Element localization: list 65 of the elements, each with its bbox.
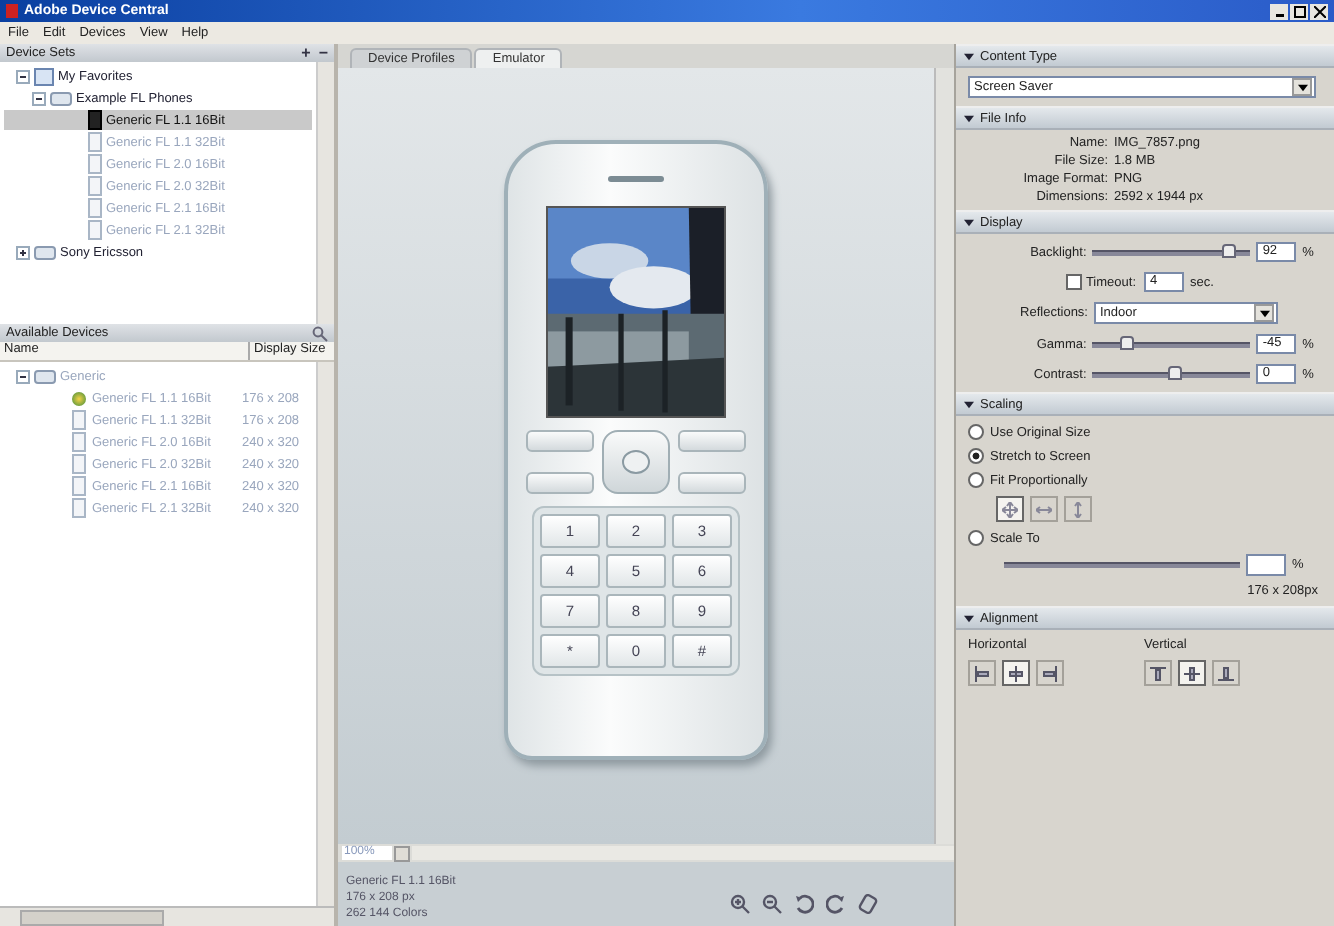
checkbox[interactable] — [1065, 274, 1082, 290]
slider-track[interactable] — [1004, 562, 1240, 568]
add-button[interactable]: + — [301, 45, 311, 61]
slider-track[interactable] — [1092, 249, 1251, 255]
zoom-in-icon[interactable] — [730, 894, 750, 914]
remove-button[interactable]: − — [318, 45, 328, 61]
minimize-button[interactable] — [1270, 3, 1288, 19]
double-arrow-icon — [1036, 501, 1052, 517]
four-way-arrow-icon — [1002, 501, 1018, 517]
dropdown-arrow-icon[interactable] — [1297, 83, 1307, 91]
search-icon[interactable] — [312, 325, 328, 341]
folder-icon — [34, 245, 56, 259]
collapse-icon[interactable] — [964, 399, 974, 409]
scrollbar[interactable] — [0, 906, 334, 926]
input-field[interactable] — [1246, 554, 1286, 576]
collapse-icon[interactable] — [32, 91, 46, 105]
slider-thumb[interactable] — [1222, 243, 1237, 257]
radio-button[interactable] — [968, 530, 984, 546]
collapse-icon[interactable] — [964, 113, 974, 123]
expand-icon[interactable] — [16, 245, 30, 259]
align-icon — [1008, 665, 1024, 681]
slider-thumb[interactable] — [1167, 365, 1182, 379]
navigation-pad[interactable] — [602, 430, 670, 494]
scrollbar[interactable] — [412, 846, 954, 860]
globe-icon — [72, 391, 86, 405]
collapse-icon[interactable] — [964, 51, 974, 61]
align-top-button[interactable] — [1144, 660, 1172, 686]
slider-track[interactable] — [1092, 371, 1251, 377]
close-icon — [1313, 5, 1325, 17]
maximize-icon — [1293, 5, 1305, 17]
double-arrow-icon — [1070, 501, 1086, 517]
align-icon — [1184, 665, 1200, 681]
align-middle-button[interactable] — [1178, 660, 1206, 686]
speaker-grille — [608, 176, 664, 182]
align-icon — [1218, 665, 1234, 681]
zoom-out-icon[interactable] — [762, 894, 782, 914]
align-icon — [1150, 665, 1166, 681]
scrollbar[interactable] — [316, 62, 334, 324]
fit-both-button[interactable] — [996, 496, 1024, 522]
folder-icon — [50, 91, 72, 105]
align-icon — [974, 665, 990, 681]
app-icon — [6, 4, 18, 18]
rotate-left-icon[interactable] — [794, 894, 814, 914]
collapse-icon[interactable] — [964, 217, 974, 227]
maximize-button[interactable] — [1290, 3, 1308, 19]
scrollbar[interactable] — [316, 362, 334, 906]
scrollbar[interactable] — [934, 68, 954, 844]
favorites-icon — [34, 67, 54, 85]
slider-thumb[interactable] — [1120, 335, 1135, 349]
align-icon — [1042, 665, 1058, 681]
dropdown-arrow-icon[interactable] — [1259, 309, 1269, 317]
radio-button[interactable] — [968, 424, 984, 440]
radio-button[interactable] — [968, 472, 984, 488]
folder-icon — [34, 369, 56, 383]
close-button[interactable] — [1310, 3, 1328, 19]
radio-button[interactable] — [968, 448, 984, 464]
collapse-icon[interactable] — [964, 613, 974, 623]
align-right-button[interactable] — [1036, 660, 1064, 686]
align-bottom-button[interactable] — [1212, 660, 1240, 686]
collapse-icon[interactable] — [16, 69, 30, 83]
rotate-right-icon[interactable] — [826, 894, 846, 914]
collapse-icon[interactable] — [16, 369, 30, 383]
slider-track[interactable] — [1092, 341, 1251, 347]
align-left-button[interactable] — [968, 660, 996, 686]
align-center-button[interactable] — [1002, 660, 1030, 686]
